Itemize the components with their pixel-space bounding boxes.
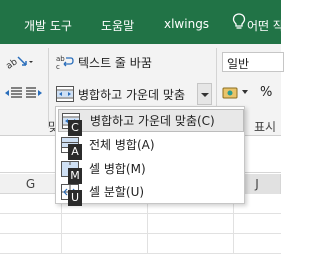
- tab-tell-me[interactable]: 어떤 작: [228, 17, 284, 34]
- tab-developer[interactable]: 개발 도구: [24, 17, 72, 34]
- keytip-badge: M: [68, 168, 82, 184]
- menu-item-label: 병합하고 가운데 맞춤(C): [90, 114, 215, 128]
- tab-xlwings[interactable]: xlwings: [164, 17, 209, 31]
- wrap-text-icon: ab c: [56, 55, 74, 70]
- ribbon-separator: [48, 48, 49, 128]
- chevron-down-icon[interactable]: [242, 90, 248, 94]
- keytip-badge: U: [68, 190, 82, 206]
- keytip-badge: C: [68, 120, 82, 136]
- number-group-label: 표시: [254, 120, 277, 134]
- wrap-text-label: 텍스트 줄 바꿈: [78, 55, 152, 70]
- menu-item-unmerge-cells[interactable]: 셀 분할(U): [58, 180, 244, 203]
- svg-text:ab: ab: [56, 55, 65, 63]
- number-format-select[interactable]: 일반: [222, 52, 284, 72]
- merge-center-icon: [56, 86, 74, 102]
- column-header[interactable]: G: [0, 174, 62, 194]
- merge-center-label: 병합하고 가운데 맞춤: [78, 87, 185, 102]
- menu-item-label: 전체 병합(A): [89, 138, 155, 152]
- tab-help[interactable]: 도움말: [101, 17, 134, 34]
- menu-item-merge-center[interactable]: 병합하고 가운데 맞춤(C): [58, 109, 244, 132]
- indent-icon[interactable]: [4, 86, 48, 100]
- text-orientation-icon[interactable]: ab: [4, 54, 34, 70]
- svg-text:ab: ab: [5, 57, 20, 70]
- chevron-down-icon: [201, 93, 209, 97]
- tell-me-label: 어떤 작: [247, 19, 284, 33]
- percent-style-button[interactable]: %: [260, 85, 272, 100]
- ribbon-tab-bar: 개발 도구 도움말 xlwings 어떤 작: [0, 0, 284, 44]
- menu-item-merge-cells[interactable]: 셀 병합(M): [58, 157, 244, 180]
- svg-text:c: c: [56, 63, 60, 70]
- merge-dropdown-button[interactable]: [197, 83, 212, 105]
- menu-item-label: 셀 분할(U): [89, 185, 145, 199]
- wrap-text-button[interactable]: ab c 텍스트 줄 바꿈: [56, 53, 152, 71]
- menu-item-merge-across[interactable]: 전체 병합(A): [58, 133, 244, 156]
- merge-center-button[interactable]: 병합하고 가운데 맞춤: [56, 84, 212, 104]
- accounting-format-icon[interactable]: [222, 86, 238, 100]
- merge-dropdown-menu: 병합하고 가운데 맞춤(C) 전체 병합(A) 셀 병합(M) 셀 분할(U): [55, 106, 245, 204]
- keytip-badge: A: [68, 144, 82, 160]
- menu-item-label: 셀 병합(M): [89, 162, 146, 176]
